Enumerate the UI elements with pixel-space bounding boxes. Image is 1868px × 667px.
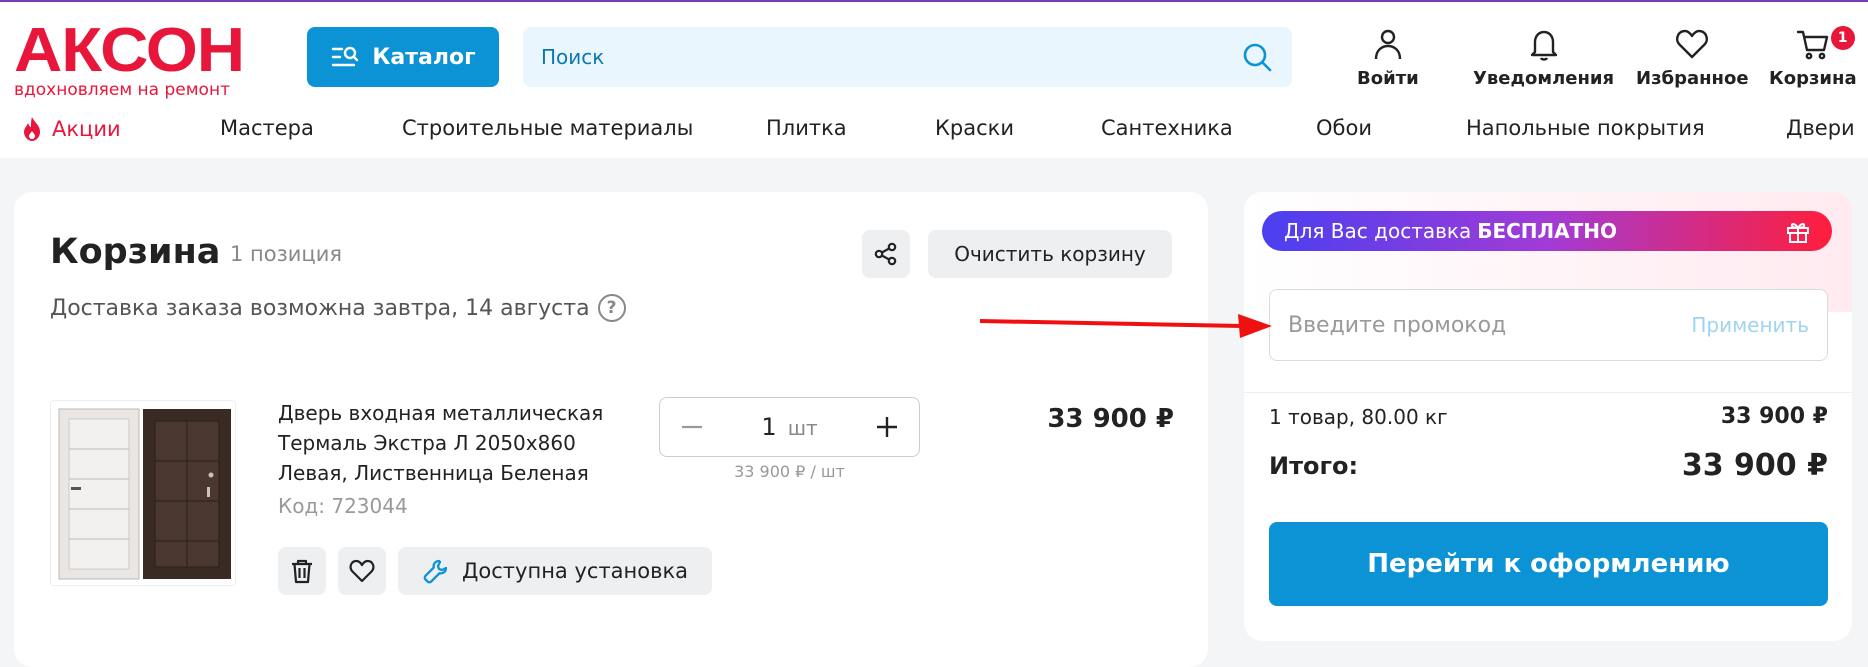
- category-nav: Акции Мастера Строительные материалы Пли…: [0, 110, 1868, 150]
- search-icon[interactable]: [1240, 40, 1274, 74]
- nav-item-paints[interactable]: Краски: [935, 116, 1014, 140]
- nav-promo-label: Акции: [52, 117, 121, 141]
- free-delivery-text: Для Вас доставка: [1284, 219, 1472, 243]
- installation-label: Доступна установка: [462, 559, 689, 583]
- catalog-label: Каталог: [372, 44, 476, 70]
- total-label: Итого:: [1269, 451, 1359, 480]
- nav-item-building-materials[interactable]: Строительные материалы: [402, 116, 693, 140]
- items-summary-value: 33 900 ₽: [1720, 404, 1828, 429]
- logo-name: АКСОН: [14, 16, 245, 85]
- total-value: 33 900 ₽: [1681, 448, 1828, 483]
- cart-panel: Корзина 1 позиция Доставка заказа возмож…: [14, 192, 1208, 667]
- nav-item-flooring[interactable]: Напольные покрытия: [1466, 116, 1705, 140]
- quantity-display[interactable]: 1 шт: [761, 413, 817, 441]
- delivery-note-text: Доставка заказа возможна завтра, 14 авгу…: [50, 295, 590, 321]
- page-title: Корзина: [50, 232, 221, 272]
- cart-position-count: 1 позиция: [230, 242, 343, 266]
- wrench-icon: [423, 559, 448, 584]
- checkout-button[interactable]: Перейти к оформлению: [1269, 522, 1828, 606]
- promo-code-box: Применить: [1269, 289, 1828, 361]
- free-delivery-banner: Для Вас доставка БЕСПЛАТНО: [1262, 211, 1832, 251]
- product-code: Код: 723044: [278, 494, 408, 518]
- cart-count-badge: 1: [1830, 26, 1855, 50]
- nav-item-promo[interactable]: Акции: [20, 116, 121, 142]
- decrease-quantity-button[interactable]: [674, 409, 710, 445]
- catalog-search-icon: [332, 46, 359, 67]
- minus-icon: [682, 425, 702, 429]
- share-button[interactable]: [862, 230, 910, 278]
- heart-icon: [1676, 29, 1709, 59]
- summary-divider: [1244, 392, 1852, 393]
- gift-icon: [1787, 222, 1809, 243]
- favorites-button[interactable]: Избранное: [1636, 26, 1749, 89]
- nav-item-masters[interactable]: Мастера: [220, 116, 314, 140]
- heart-icon: [349, 559, 375, 583]
- items-summary-label: 1 товар, 80.00 кг: [1269, 404, 1448, 429]
- catalog-button[interactable]: Каталог: [307, 27, 499, 87]
- installation-button[interactable]: Доступна установка: [398, 547, 713, 595]
- search-input[interactable]: [541, 45, 1240, 69]
- product-image[interactable]: [50, 400, 236, 586]
- trash-icon: [292, 559, 312, 584]
- item-price: 33 900 ₽: [1047, 404, 1174, 434]
- nav-item-tiles[interactable]: Плитка: [766, 116, 847, 140]
- login-label: Войти: [1357, 68, 1419, 89]
- quantity-stepper: 1 шт: [659, 397, 920, 457]
- user-icon: [1374, 29, 1402, 60]
- apply-promo-button[interactable]: Применить: [1691, 313, 1809, 337]
- promo-code-input[interactable]: [1288, 312, 1692, 338]
- search-bar[interactable]: [523, 27, 1292, 87]
- delete-item-button[interactable]: [278, 547, 326, 595]
- unit-price: 33 900 ₽ / шт: [734, 462, 845, 481]
- order-summary-panel: Для Вас доставка БЕСПЛАТНО Применить 1 т…: [1244, 192, 1852, 641]
- items-summary-row: 1 товар, 80.00 кг 33 900 ₽: [1269, 404, 1828, 429]
- cart-button[interactable]: Корзина 1: [1769, 26, 1857, 89]
- favorite-item-button[interactable]: [338, 547, 386, 595]
- nav-item-wallpaper[interactable]: Обои: [1316, 116, 1372, 140]
- site-header: АКСОН вдохновляем на ремонт Каталог Войт…: [0, 2, 1868, 158]
- cart-label: Корзина: [1769, 68, 1857, 89]
- door-image: [51, 401, 235, 585]
- share-icon: [874, 242, 897, 266]
- plus-icon: [876, 417, 897, 437]
- product-name[interactable]: Дверь входная металлическая Термаль Экст…: [278, 398, 650, 488]
- quantity-value: 1: [761, 413, 777, 441]
- clear-cart-button[interactable]: Очистить корзину: [928, 230, 1172, 278]
- login-button[interactable]: Войти: [1357, 26, 1419, 89]
- increase-quantity-button[interactable]: [869, 409, 905, 445]
- quantity-unit: шт: [787, 416, 818, 440]
- fire-icon: [24, 117, 40, 141]
- nav-item-plumbing[interactable]: Сантехника: [1101, 116, 1233, 140]
- notifications-button[interactable]: Уведомления: [1473, 26, 1614, 89]
- notifications-label: Уведомления: [1473, 68, 1615, 89]
- free-delivery-bold: БЕСПЛАТНО: [1477, 219, 1618, 243]
- help-icon[interactable]: ?: [597, 294, 626, 322]
- delivery-note: Доставка заказа возможна завтра, 14 авгу…: [50, 294, 626, 322]
- logo[interactable]: АКСОН вдохновляем на ремонт: [14, 20, 276, 101]
- bell-icon: [1530, 30, 1557, 61]
- total-row: Итого: 33 900 ₽: [1269, 448, 1828, 483]
- nav-item-doors[interactable]: Двери: [1786, 116, 1855, 140]
- cart-icon: [1796, 30, 1829, 60]
- favorites-label: Избранное: [1636, 68, 1749, 89]
- red-arrow-annotation: [980, 314, 1272, 338]
